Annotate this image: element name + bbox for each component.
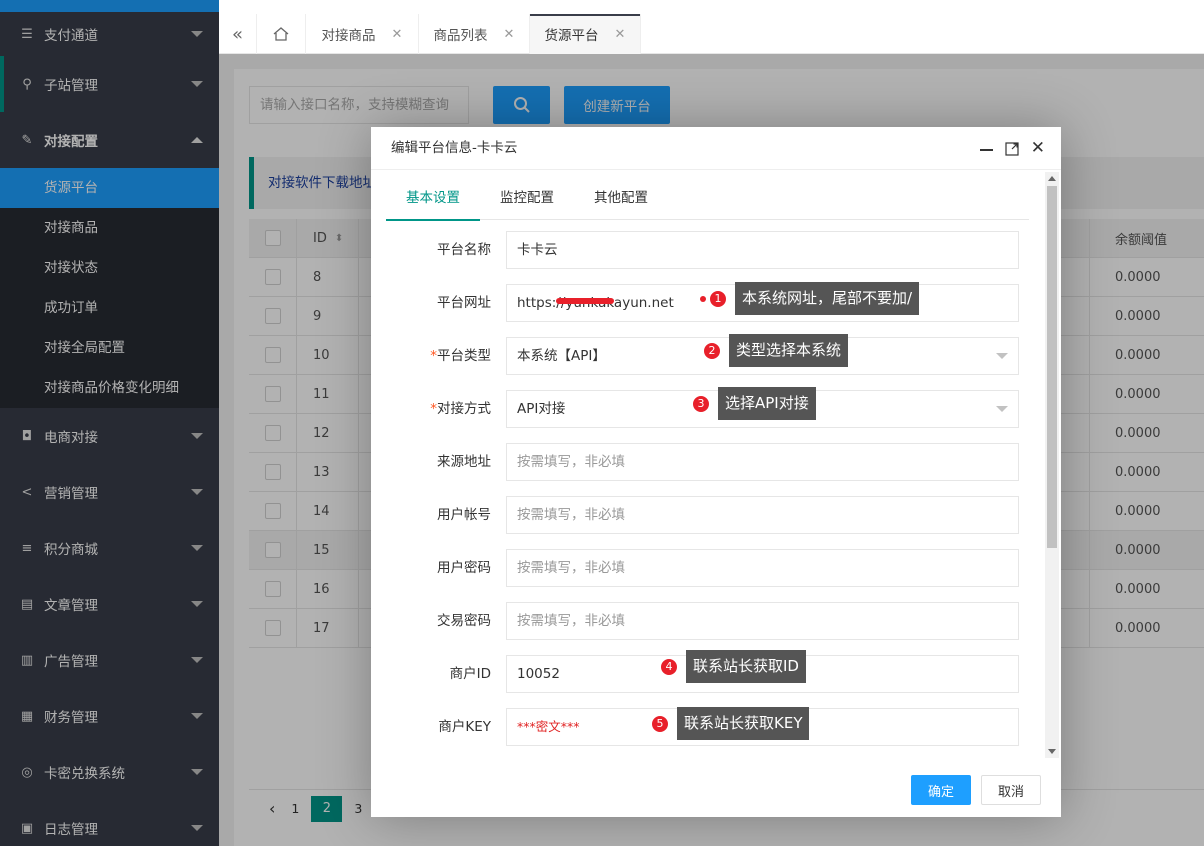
dialog-title: 编辑平台信息-卡卡云 <box>391 140 518 156</box>
chevron-down-icon <box>996 406 1008 412</box>
home-icon <box>273 27 289 41</box>
tab-basic-settings[interactable]: 基本设置 <box>386 184 480 221</box>
collapse-tabs-button[interactable]: « <box>219 14 257 54</box>
user-password-input[interactable]: 按需填写，非必填 <box>506 549 1019 587</box>
field-user-password: 用户密码 按需填写，非必填 <box>371 549 1041 587</box>
scroll-down-icon[interactable] <box>1048 749 1056 754</box>
modal-overlay-sidebar <box>0 0 219 846</box>
field-trade-password: 交易密码 按需填写，非必填 <box>371 602 1041 640</box>
double-chevron-left-icon: « <box>231 23 243 45</box>
dialog-tabs: 基本设置 监控配置 其他配置 <box>386 184 1029 221</box>
close-icon[interactable]: ✕ <box>392 27 403 42</box>
trade-password-input[interactable]: 按需填写，非必填 <box>506 602 1019 640</box>
tab-bar: « 对接商品 ✕ 商品列表 ✕ 货源平台 ✕ <box>219 0 1204 54</box>
tab-goods-list[interactable]: 商品列表 ✕ <box>419 14 530 54</box>
close-icon[interactable]: ✕ <box>1031 127 1045 170</box>
cancel-button[interactable]: 取消 <box>981 775 1041 805</box>
user-account-input[interactable]: 按需填写，非必填 <box>506 496 1019 534</box>
dialog-scrollbar[interactable] <box>1045 172 1059 758</box>
source-address-input[interactable]: 按需填写，非必填 <box>506 443 1019 481</box>
annotation-3: 3 选择API对接 <box>692 387 816 420</box>
close-icon[interactable]: ✕ <box>615 27 626 42</box>
scrollbar-thumb[interactable] <box>1047 186 1057 548</box>
tab-other-config[interactable]: 其他配置 <box>574 184 668 220</box>
redaction-mark <box>556 298 614 304</box>
annotation-2: 2 类型选择本系统 <box>703 334 849 367</box>
confirm-button[interactable]: 确定 <box>911 775 971 805</box>
dialog-footer: 确定 取消 <box>911 775 1041 805</box>
pointer-dot <box>700 295 706 302</box>
close-icon[interactable]: ✕ <box>504 27 515 42</box>
minimize-icon[interactable] <box>979 148 993 151</box>
annotation-4: 4 联系站长获取ID <box>660 650 806 683</box>
field-user-account: 用户帐号 按需填写，非必填 <box>371 496 1041 534</box>
tab-monitor-config[interactable]: 监控配置 <box>480 184 574 220</box>
annotation-1: 1 本系统网址，尾部不要加/ <box>700 282 920 315</box>
tab-docking-goods[interactable]: 对接商品 ✕ <box>306 14 419 54</box>
dialog-header: 编辑平台信息-卡卡云 ✕ <box>371 127 1061 170</box>
annotation-5: 5 联系站长获取KEY <box>651 707 810 740</box>
scroll-up-icon[interactable] <box>1048 176 1056 181</box>
field-platform-name: 平台名称 卡卡云 <box>371 231 1041 269</box>
tab-source-platform[interactable]: 货源平台 ✕ <box>530 14 641 54</box>
platform-name-input[interactable]: 卡卡云 <box>506 231 1019 269</box>
chevron-down-icon <box>996 353 1008 359</box>
home-tab[interactable] <box>257 14 306 54</box>
field-source-address: 来源地址 按需填写，非必填 <box>371 443 1041 481</box>
maximize-icon[interactable] <box>1005 141 1019 156</box>
